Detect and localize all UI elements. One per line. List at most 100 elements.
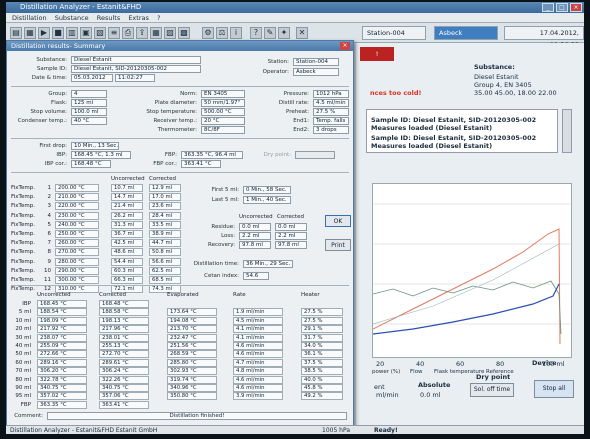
fixtemp-index: 5 (47, 221, 52, 228)
status-bar: Distillation Analyzer - Estanit&FHD Esta… (6, 425, 584, 434)
thermometer-lbl: Thermometer: (157, 127, 197, 133)
menu-results[interactable]: Results (97, 13, 120, 23)
help-icon[interactable]: ? (250, 27, 262, 39)
sol-off-time-button[interactable]: Sol. off time (470, 383, 514, 397)
new-icon[interactable]: ▤ (10, 27, 22, 39)
list-icon[interactable]: ≡ (108, 27, 120, 39)
sample-lbl: Sample ID: (36, 66, 67, 72)
fbp-cor-field: 363.41 °C (181, 160, 221, 168)
preheat-lbl: Preheat: (286, 109, 309, 115)
group-lbl: Group: (48, 91, 67, 97)
row-key: 30 ml (15, 334, 31, 341)
row-corrected: 198.13 °C (99, 316, 149, 325)
fixtemp-uncorrected: 60.3 ml (111, 266, 143, 275)
row-rate: 1.9 ml/min (233, 308, 283, 317)
row-evaporated: 340.96 °C (167, 384, 217, 392)
menu-extras[interactable]: Extras (128, 13, 149, 23)
star-icon[interactable]: ✦ (278, 27, 290, 39)
axis-tick-60: 60 (456, 360, 465, 368)
grid-icon[interactable]: ▦ (150, 27, 162, 39)
comment-field[interactable]: Distillation finished! (47, 412, 347, 420)
fbp-field: 363.35 °C, 96.4 ml (181, 151, 243, 159)
fixtemp-temperature: 230.00 °C (55, 211, 99, 220)
calibrate-icon[interactable]: ⚖ (216, 27, 228, 39)
fixtemp-label: FixTemp. (11, 203, 35, 210)
row-evaporated: 302.93 °C (167, 367, 217, 376)
row-corrected: 357.06 °C (99, 392, 149, 401)
pressure-lbl: Pressure: (283, 91, 309, 97)
row-heater: 31.7 % (301, 333, 343, 342)
fixtemp-corrected: 68.5 ml (149, 276, 181, 284)
row-key: 70 ml (15, 368, 31, 375)
row-corrected: 306.24 °C (99, 367, 149, 376)
first5-lbl: First 5 ml: (211, 187, 239, 193)
export-icon[interactable]: ⇪ (136, 27, 148, 39)
print-button[interactable]: Print (325, 239, 351, 251)
open-icon[interactable]: ▦ (24, 27, 36, 39)
row-uncorrected: 168.45 °C (37, 300, 87, 308)
close-button[interactable]: × (570, 3, 582, 12)
summary-dialog: Distillation results- Summary × Substanc… (6, 40, 354, 430)
log-scrollbar[interactable] (562, 109, 572, 153)
distillation-time-field: 36 Min., 29 Sec. (243, 260, 293, 268)
save-icon[interactable]: ▣ (80, 27, 92, 39)
table-icon[interactable]: ▧ (94, 27, 106, 39)
row-uncorrected: 340.75 °C (37, 384, 87, 392)
row-heater: 34.0 % (301, 342, 343, 350)
legend-flow[interactable]: Flow (410, 369, 423, 375)
image-icon[interactable]: ▨ (164, 27, 176, 39)
axis-tick-40: 40 (416, 360, 425, 368)
end1-field: Temp. falls (313, 117, 349, 125)
layout-icon[interactable]: ▩ (178, 27, 190, 39)
residue-corrected: 0.0 ml (275, 223, 307, 231)
tools-icon[interactable]: ✎ (264, 27, 276, 39)
menu-distillation[interactable]: Distillation (12, 13, 47, 23)
fixtemp-corrected: 33.5 ml (149, 220, 181, 229)
chart-icon[interactable]: ▥ (66, 27, 78, 39)
stop-icon[interactable]: ■ (52, 27, 64, 39)
minimize-button[interactable]: _ (542, 3, 554, 12)
row-evaporated: 173.64 °C (167, 308, 217, 317)
ok-button[interactable]: OK (325, 215, 351, 227)
fixtemp-temperature: 240.00 °C (55, 220, 99, 229)
first-drop-lbl: First drop: (39, 143, 67, 149)
row-heater: 27.5 % (301, 316, 343, 325)
col-corrected: Corrected (99, 292, 126, 298)
menu-substance[interactable]: Substance (55, 13, 89, 23)
distillation-time-lbl: Distillation time: (193, 261, 239, 267)
fixtemp-uncorrected: 31.3 ml (111, 220, 143, 229)
info-icon[interactable]: i (230, 27, 242, 39)
dialog-close-icon[interactable]: × (340, 42, 350, 50)
print-icon[interactable]: ⎙ (122, 27, 134, 39)
dry-point-field (295, 151, 335, 159)
settings-icon[interactable]: ⚙ (202, 27, 214, 39)
cancel-icon[interactable]: ✕ (296, 27, 308, 39)
play-icon[interactable]: ▶ (38, 27, 50, 39)
menu-help[interactable]: ? (157, 13, 160, 23)
maximize-button[interactable]: □ (556, 3, 568, 12)
substance-temps: 35.00 45.00, 18.00 22.00 (474, 89, 557, 97)
absolute-label: Absolute (418, 381, 451, 389)
row-heater: 29.1 % (301, 325, 343, 334)
row-heater: 36.1 % (301, 350, 343, 359)
fbp-cor-lbl: FBP cor.: (153, 161, 177, 167)
fixtemp-temperature: 290.00 °C (55, 266, 99, 275)
operator-lbl: Operator: (262, 69, 289, 75)
result-uncorrected-header: Uncorrected (239, 214, 273, 220)
log-loaded: Measures loaded (Diesel Estanit) (371, 124, 493, 132)
row-key: 10 ml (15, 317, 31, 324)
fixtemp-index: 1 (47, 185, 52, 191)
station-lbl: Station: (267, 59, 289, 65)
stop-all-button[interactable]: Stop all (534, 380, 574, 398)
row-uncorrected: 198.09 °C (37, 316, 87, 325)
fixtemp-index: 7 (47, 240, 52, 247)
plate-field: 50 mm/1.97" (201, 99, 245, 107)
row-rate: 4.1 ml/min (233, 333, 283, 342)
fixtemp-temperature: 250.00 °C (55, 230, 99, 238)
row-rate: 3.9 ml/min (233, 392, 283, 401)
loss-uncorrected: 2.2 ml (239, 232, 271, 240)
fixtemp-index: 3 (47, 203, 52, 210)
fixtemp-corrected: 50.8 ml (149, 248, 181, 257)
row-uncorrected: 306.20 °C (37, 367, 87, 376)
fixtemp-label: FixTemp. (11, 249, 35, 256)
